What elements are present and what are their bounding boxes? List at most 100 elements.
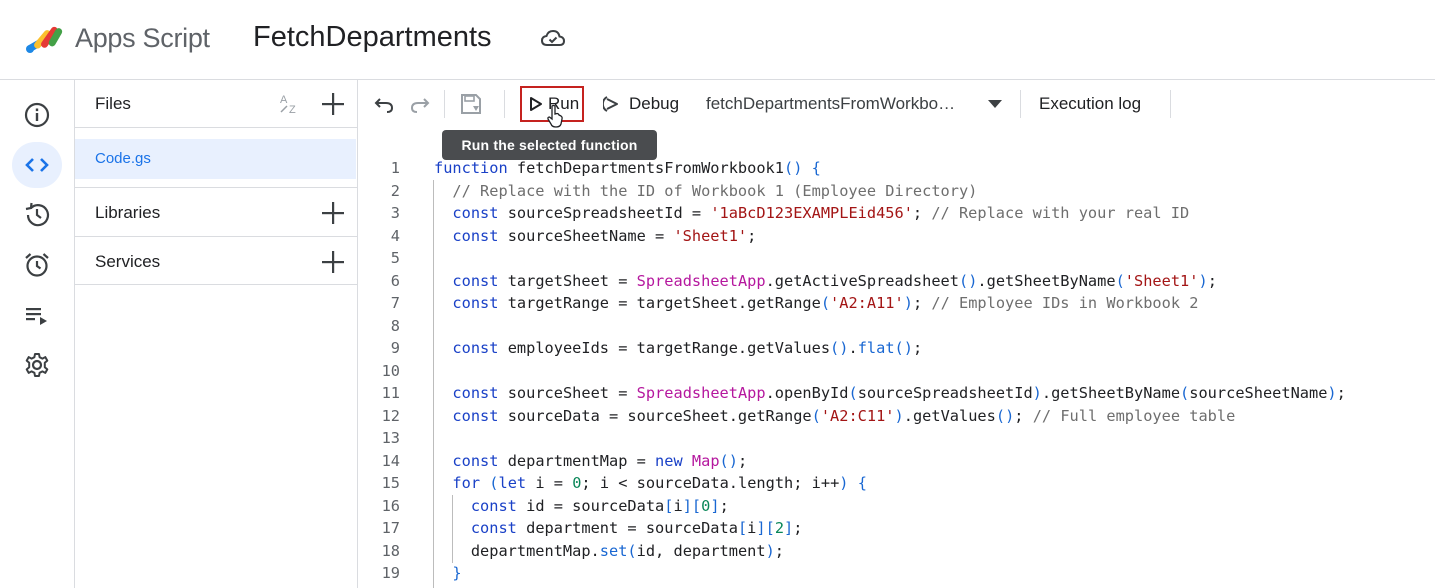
save-to-drive-icon[interactable] [459, 92, 483, 116]
line-number: 19 [381, 564, 400, 582]
info-icon [24, 102, 50, 128]
code-line[interactable]: 3 const sourceSpreadsheetId = '1aBcD123E… [358, 204, 1435, 226]
debug-icon [603, 96, 618, 112]
line-number: 9 [390, 339, 400, 357]
code-line[interactable]: 6 const targetSheet = SpreadsheetApp.get… [358, 272, 1435, 294]
execution-log-button[interactable]: Execution log [1039, 94, 1141, 114]
code-text: const targetSheet = SpreadsheetApp.getAc… [452, 271, 1217, 290]
project-title[interactable]: FetchDepartments [253, 21, 492, 54]
line-number: 17 [381, 519, 400, 537]
debug-button[interactable]: Debug [603, 92, 679, 116]
code-text: function fetchDepartmentsFromWorkbook1()… [434, 159, 821, 177]
line-number: 13 [381, 429, 400, 447]
line-number: 15 [381, 474, 400, 492]
line-number: 5 [390, 249, 400, 267]
add-library-icon[interactable] [320, 200, 346, 226]
code-text: const sourceSheet = SpreadsheetApp.openB… [452, 384, 1346, 402]
line-number: 11 [381, 384, 400, 402]
code-line[interactable]: 17 const department = sourceData[i][2]; [358, 519, 1435, 541]
code-text: departmentMap.set(id, department); [434, 541, 785, 560]
code-line[interactable]: 4 const sourceSheetName = 'Sheet1'; [358, 227, 1435, 249]
code-line[interactable]: 8 [358, 317, 1435, 339]
code-text: // Replace with the ID of Workbook 1 (Em… [452, 181, 978, 200]
app-name: Apps Script [75, 23, 210, 53]
code-editor[interactable]: 1 function fetchDepartmentsFromWorkbook1(… [358, 128, 1435, 588]
executions-button[interactable] [12, 292, 62, 338]
history-icon [25, 202, 50, 227]
files-panel: Files A Z Code.gs Libraries Services [75, 80, 358, 588]
file-item-code-gs[interactable]: Code.gs [75, 139, 356, 179]
toolbar-divider [504, 90, 505, 118]
editor-button[interactable] [12, 142, 62, 188]
line-number: 1 [390, 159, 400, 177]
hand-pointer-icon [547, 104, 563, 128]
code-text: const sourceSpreadsheetId = '1aBcD123EXA… [452, 204, 1190, 222]
run-tooltip: Run the selected function [442, 130, 657, 160]
code-line[interactable]: 2 // Replace with the ID of Workbook 1 (… [358, 182, 1435, 204]
function-select[interactable]: fetchDepartmentsFromWorkbo… [706, 94, 1006, 116]
code-line[interactable]: 19 } [358, 564, 1435, 586]
line-number: 7 [390, 294, 400, 312]
code-line[interactable]: 11 const sourceSheet = SpreadsheetApp.op… [358, 384, 1435, 406]
libraries-section: Libraries [75, 187, 358, 236]
line-number: 4 [390, 226, 400, 245]
code-text: const employeeIds = targetRange.getValue… [452, 339, 923, 357]
undo-icon[interactable] [372, 92, 396, 116]
code-line[interactable]: 16 const id = sourceData[i][0]; [358, 497, 1435, 519]
project-history-button[interactable] [12, 192, 62, 238]
files-title: Files [95, 94, 131, 113]
line-number: 14 [381, 451, 400, 470]
editor-toolbar: Run Debug fetchDepartmentsFromWorkbo… Ex… [358, 80, 1435, 128]
toolbar-divider [444, 90, 445, 118]
files-header: Files A Z [75, 80, 358, 128]
line-number: 2 [390, 181, 400, 200]
code-text: } [452, 564, 462, 582]
sort-az-icon[interactable]: A Z [278, 91, 306, 117]
code-text: const department = sourceData[i][2]; [470, 519, 803, 537]
code-line[interactable]: 15 for (let i = 0; i < sourceData.length… [358, 474, 1435, 496]
code-text: const targetRange = targetSheet.getRange… [452, 294, 1199, 312]
alarm-clock-icon [25, 253, 49, 277]
add-file-icon[interactable] [320, 91, 346, 117]
gear-icon [25, 353, 49, 377]
left-nav-rail [0, 80, 75, 588]
line-number: 18 [381, 541, 400, 560]
code-line[interactable]: 9 const employeeIds = targetRange.getVal… [358, 339, 1435, 361]
chevron-down-icon[interactable] [988, 100, 1002, 108]
line-number: 8 [390, 316, 400, 335]
apps-script-logo-icon[interactable] [25, 20, 67, 54]
line-number: 16 [381, 496, 400, 515]
services-title: Services [95, 252, 161, 271]
code-line[interactable]: 5 [358, 249, 1435, 271]
code-text: const sourceData = sourceSheet.getRange(… [452, 406, 1236, 425]
svg-text:A: A [280, 94, 288, 106]
add-service-icon[interactable] [320, 249, 346, 275]
cloud-saved-icon [540, 29, 566, 46]
project-settings-button[interactable] [12, 342, 62, 388]
top-bar: Apps Script FetchDepartments [0, 0, 1435, 80]
svg-text:Z: Z [289, 104, 296, 116]
code-line[interactable]: 7 const targetRange = targetSheet.getRan… [358, 294, 1435, 316]
code-line[interactable]: 10 [358, 362, 1435, 384]
line-number: 6 [390, 271, 400, 290]
code-line[interactable]: 1 function fetchDepartmentsFromWorkbook1(… [358, 159, 1435, 181]
code-brackets-icon [25, 158, 49, 172]
code-text: const sourceSheetName = 'Sheet1'; [452, 226, 757, 245]
code-line[interactable]: 14 const departmentMap = new Map(); [358, 452, 1435, 474]
toolbar-divider [1170, 90, 1171, 118]
redo-icon[interactable] [408, 92, 432, 116]
line-number: 12 [381, 406, 400, 425]
overview-button[interactable] [12, 92, 62, 138]
code-line[interactable]: 18 departmentMap.set(id, department); [358, 542, 1435, 564]
toolbar-divider [1020, 90, 1021, 118]
code-text: for (let i = 0; i < sourceData.length; i… [452, 474, 867, 492]
file-name: Code.gs [95, 150, 151, 167]
services-section: Services [75, 236, 358, 285]
play-icon [530, 97, 542, 111]
code-line[interactable]: 13 [358, 429, 1435, 451]
playlist-play-icon [26, 308, 47, 325]
line-number: 10 [381, 361, 400, 380]
triggers-button[interactable] [12, 242, 62, 288]
line-number: 3 [390, 204, 400, 222]
code-line[interactable]: 12 const sourceData = sourceSheet.getRan… [358, 407, 1435, 429]
